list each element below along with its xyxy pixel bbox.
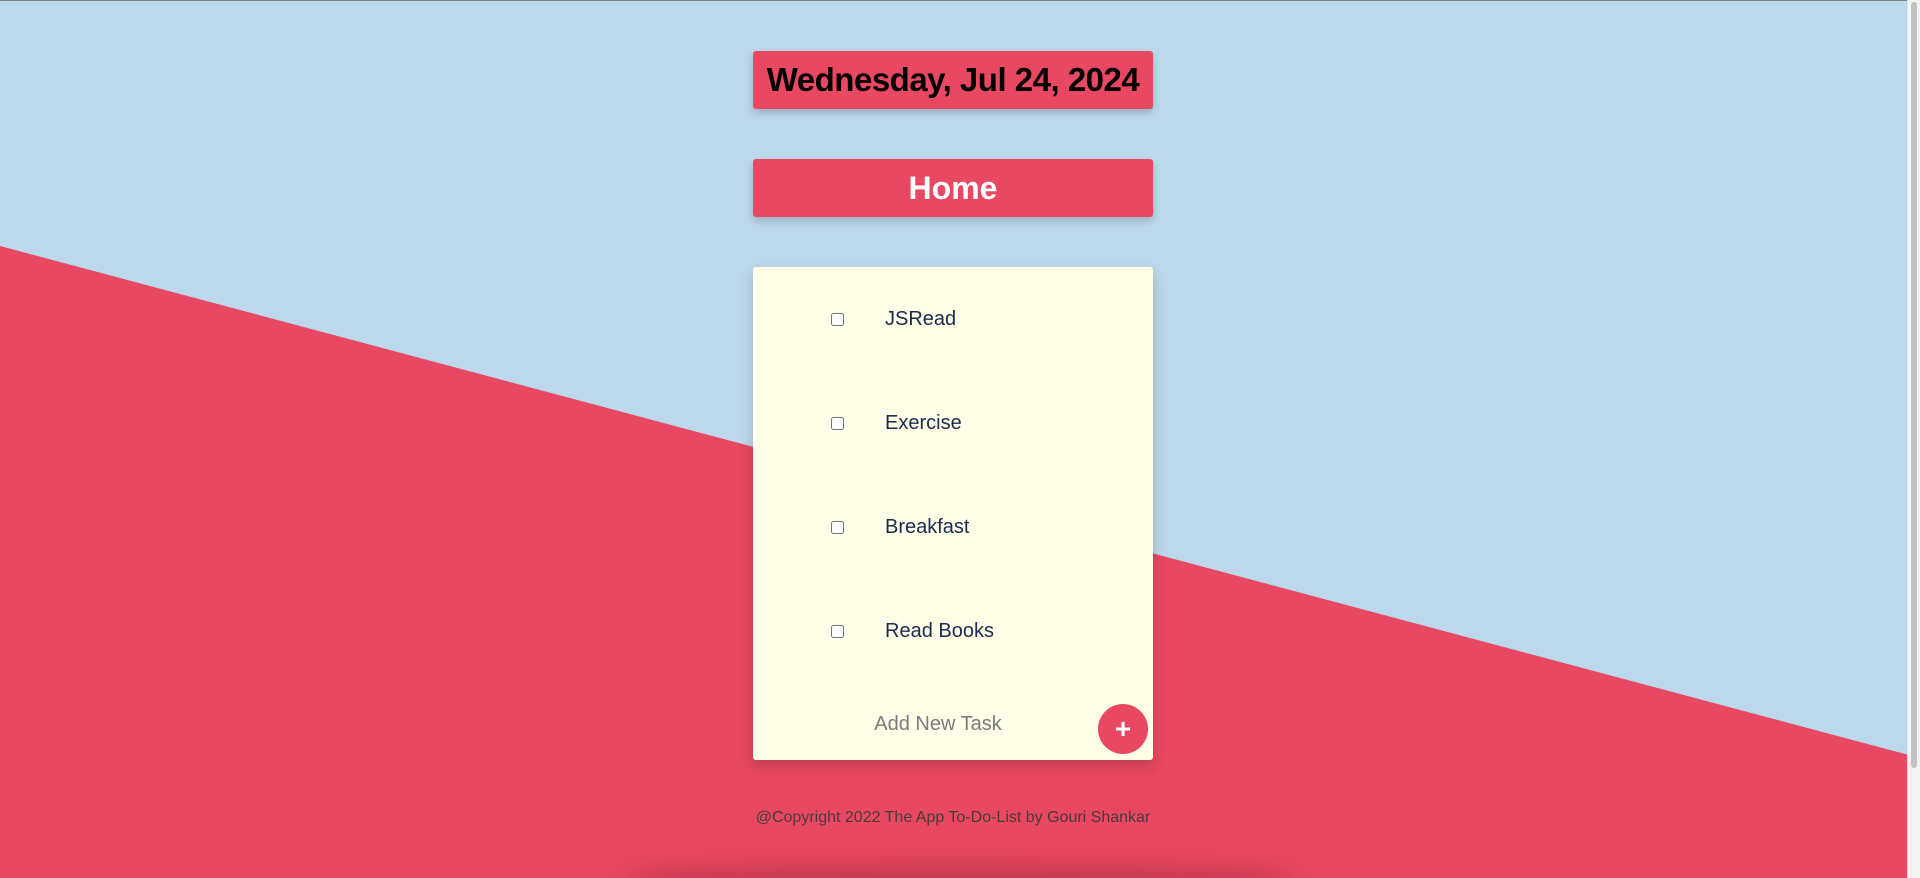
task-checkbox[interactable]: [831, 520, 844, 534]
footer-copyright: @Copyright 2022 The App To-Do-List by Go…: [755, 809, 1151, 826]
plus-icon: +: [1114, 713, 1132, 744]
list-title-banner: Home: [753, 159, 1153, 217]
window-top-border: [0, 0, 1920, 1]
task-label: Exercise: [885, 411, 962, 434]
task-item: Breakfast: [753, 507, 1153, 547]
page-scrollbar[interactable]: [1907, 0, 1920, 878]
date-banner: Wednesday, Jul 24, 2024: [753, 51, 1153, 109]
task-item: JSRead: [753, 299, 1153, 339]
scrollbar-thumb[interactable]: [1911, 2, 1917, 768]
task-checkbox[interactable]: [831, 624, 844, 638]
list-title: Home: [908, 169, 998, 206]
task-checkbox[interactable]: [831, 312, 844, 326]
task-list-card: JSRead Exercise Breakfast Read Books +: [753, 267, 1153, 760]
task-item: Exercise: [753, 403, 1153, 443]
task-label: JSRead: [885, 307, 957, 330]
task-label: Read Books: [885, 619, 994, 642]
task-checkbox[interactable]: [831, 416, 844, 430]
task-label: Breakfast: [885, 515, 970, 538]
task-item: Read Books: [753, 611, 1153, 651]
new-task-input[interactable]: [793, 704, 1083, 744]
add-task-button[interactable]: +: [1098, 704, 1148, 754]
current-date: Wednesday, Jul 24, 2024: [766, 61, 1140, 98]
